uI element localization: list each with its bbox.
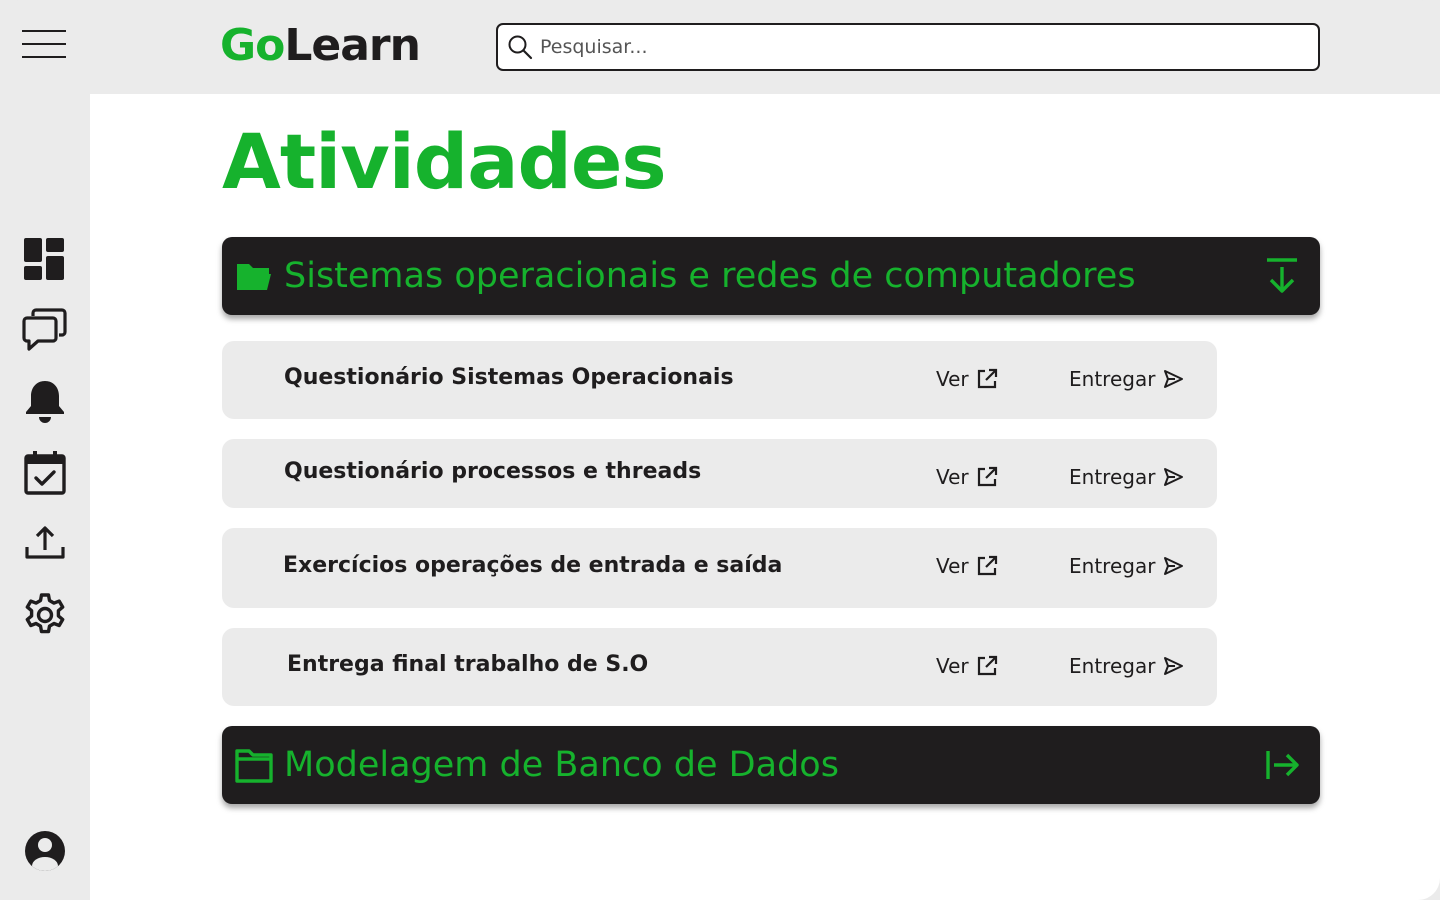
gear-icon: [25, 593, 65, 634]
task-title: Entrega final trabalho de S.O: [287, 652, 649, 677]
folder-sistemas-operacionais[interactable]: Sistemas operacionais e redes de computa…: [222, 237, 1320, 315]
folder-open-icon: [237, 264, 271, 290]
send-icon: [1164, 657, 1184, 675]
view-label: Ver: [936, 654, 969, 678]
sidebar-item-settings[interactable]: [22, 592, 68, 638]
external-link-icon: [977, 466, 997, 487]
send-icon: [1164, 557, 1184, 575]
download-arrow-icon[interactable]: [1262, 256, 1302, 296]
send-icon: [1164, 370, 1184, 388]
arrow-right-to-line-icon[interactable]: [1262, 745, 1302, 785]
app-window: GoLearn Pesquisar... Atividades Sistemas…: [0, 0, 1440, 900]
bell-icon: [26, 381, 64, 423]
sidebar-item-upload[interactable]: [22, 522, 68, 568]
folder-label: Sistemas operacionais e redes de computa…: [284, 256, 1136, 296]
folder-modelagem-banco-de-dados[interactable]: Modelagem de Banco de Dados: [222, 726, 1320, 804]
task-title: Questionário processos e threads: [284, 459, 702, 484]
task-row: Entrega final trabalho de S.O Ver Entreg…: [222, 628, 1217, 706]
submit-button[interactable]: Entregar: [1069, 554, 1184, 578]
sidebar-item-tasks[interactable]: [22, 450, 68, 496]
task-title: Questionário Sistemas Operacionais: [284, 365, 734, 390]
view-button[interactable]: Ver: [936, 465, 998, 489]
task-row: Questionário Sistemas Operacionais Ver E…: [222, 341, 1217, 419]
view-label: Ver: [936, 554, 969, 578]
external-link-icon: [977, 555, 997, 576]
page-title: Atividades: [222, 117, 667, 206]
folder-icon: [235, 749, 273, 783]
dashboard-icon: [24, 238, 64, 280]
folder-label: Modelagem de Banco de Dados: [284, 745, 839, 785]
view-label: Ver: [936, 367, 969, 391]
search-icon: [508, 35, 533, 60]
view-label: Ver: [936, 465, 969, 489]
logo-learn: Learn: [284, 20, 421, 71]
calendar-check-icon: [24, 451, 66, 495]
sidebar-item-notifications[interactable]: [22, 378, 68, 424]
submit-button[interactable]: Entregar: [1069, 465, 1184, 489]
send-icon: [1164, 468, 1184, 486]
external-link-icon: [977, 655, 997, 676]
chat-icon: [22, 308, 67, 351]
submit-label: Entregar: [1069, 654, 1156, 678]
submit-button[interactable]: Entregar: [1069, 654, 1184, 678]
sidebar-item-dashboard[interactable]: [22, 236, 68, 282]
logo[interactable]: GoLearn: [220, 18, 421, 74]
view-button[interactable]: Ver: [936, 654, 998, 678]
upload-icon: [25, 526, 65, 559]
submit-button[interactable]: Entregar: [1069, 367, 1184, 391]
search-bar[interactable]: [496, 23, 1320, 71]
logo-go: Go: [220, 20, 285, 71]
external-link-icon: [977, 368, 997, 389]
main-panel: Atividades Sistemas operacionais e redes…: [90, 94, 1440, 900]
task-row: Questionário processos e threads Ver Ent…: [222, 439, 1217, 508]
search-input[interactable]: [540, 36, 1240, 58]
menu-icon[interactable]: [22, 30, 66, 60]
view-button[interactable]: Ver: [936, 367, 998, 391]
task-title: Exercícios operações de entrada e saída: [283, 553, 783, 578]
sidebar-item-profile[interactable]: [22, 828, 68, 874]
submit-label: Entregar: [1069, 465, 1156, 489]
submit-label: Entregar: [1069, 554, 1156, 578]
submit-label: Entregar: [1069, 367, 1156, 391]
user-icon: [25, 831, 65, 871]
task-row: Exercícios operações de entrada e saída …: [222, 528, 1217, 608]
sidebar-item-chat[interactable]: [22, 307, 68, 353]
view-button[interactable]: Ver: [936, 554, 998, 578]
